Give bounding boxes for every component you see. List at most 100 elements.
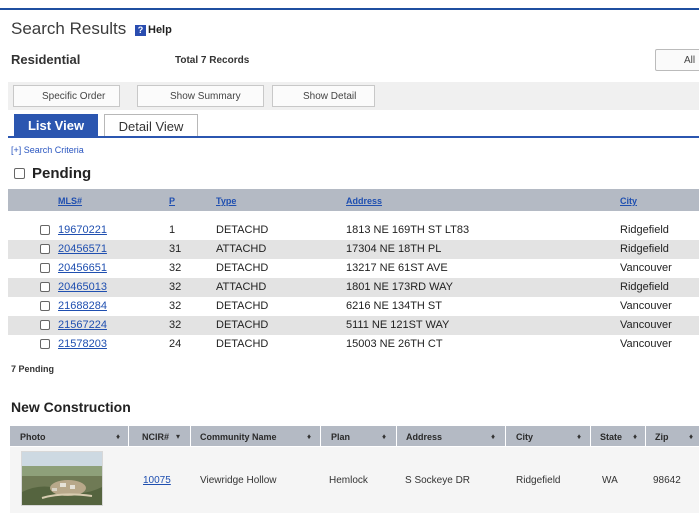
cell-p: 32 bbox=[169, 262, 182, 274]
search-criteria-link[interactable]: [+] Search Criteria bbox=[11, 145, 84, 155]
table-row[interactable]: 21567224 32 DETACHD 5111 NE 121ST WAY Va… bbox=[8, 316, 699, 335]
nc-col-plan[interactable]: Plan bbox=[331, 432, 350, 442]
cell-plan: Hemlock bbox=[329, 475, 368, 486]
pending-select-all-checkbox[interactable] bbox=[14, 168, 25, 179]
row-checkbox[interactable] bbox=[40, 320, 50, 330]
cell-p: 32 bbox=[169, 281, 182, 293]
new-construction-title: New Construction bbox=[11, 399, 131, 415]
nc-grid-header bbox=[10, 426, 699, 446]
tab-detail-view[interactable]: Detail View bbox=[104, 114, 198, 137]
col-header-city[interactable]: City bbox=[620, 196, 637, 206]
row-checkbox[interactable] bbox=[40, 282, 50, 292]
col-header-mls[interactable]: MLS# bbox=[58, 196, 82, 206]
cell-city: Vancouver bbox=[620, 338, 672, 350]
row-checkbox[interactable] bbox=[40, 301, 50, 311]
nc-col-state[interactable]: State bbox=[600, 432, 622, 442]
specific-order-button[interactable]: Specific Order bbox=[13, 85, 120, 107]
cell-city: Vancouver bbox=[620, 319, 672, 331]
cell-address: 1813 NE 169TH ST LT83 bbox=[346, 224, 470, 236]
nc-col-community[interactable]: Community Name bbox=[200, 432, 277, 442]
sort-icon[interactable]: ♦ bbox=[382, 432, 386, 441]
table-row[interactable]: 21578203 24 DETACHD 15003 NE 26TH CT Van… bbox=[8, 335, 699, 354]
row-checkbox[interactable] bbox=[40, 339, 50, 349]
total-records: Total 7 Records bbox=[175, 55, 250, 66]
cell-address: S Sockeye DR bbox=[405, 475, 471, 486]
show-detail-button[interactable]: Show Detail bbox=[272, 85, 375, 107]
cell-address: 15003 NE 26TH CT bbox=[346, 338, 443, 350]
row-checkbox[interactable] bbox=[40, 225, 50, 235]
cell-community: Viewridge Hollow bbox=[200, 475, 277, 486]
nc-col-zip[interactable]: Zip bbox=[655, 432, 669, 442]
mls-link[interactable]: 21688284 bbox=[58, 300, 107, 312]
cell-zip: 98642 bbox=[653, 475, 681, 486]
nc-col-address[interactable]: Address bbox=[406, 432, 442, 442]
cell-address: 1801 NE 173RD WAY bbox=[346, 281, 453, 293]
mls-link[interactable]: 20456571 bbox=[58, 243, 107, 255]
nc-col-ncir[interactable]: NCIR# bbox=[142, 432, 169, 442]
mls-link[interactable]: 19670221 bbox=[58, 224, 107, 236]
cell-type: DETACHD bbox=[216, 224, 269, 236]
column-divider bbox=[190, 426, 191, 446]
table-row[interactable]: 21688284 32 DETACHD 6216 NE 134TH ST Van… bbox=[8, 297, 699, 316]
sort-icon[interactable]: ♦ bbox=[689, 432, 693, 441]
top-rule bbox=[0, 8, 699, 10]
table-row[interactable]: 20456571 31 ATTACHD 17304 NE 18TH PL Rid… bbox=[8, 240, 699, 259]
table-row[interactable]: 20456651 32 DETACHD 13217 NE 61ST AVE Va… bbox=[8, 259, 699, 278]
help-icon: ? bbox=[135, 24, 146, 36]
cell-p: 31 bbox=[169, 243, 182, 255]
column-divider bbox=[320, 426, 321, 446]
mls-link[interactable]: 20456651 bbox=[58, 262, 107, 274]
sort-icon[interactable]: ♦ bbox=[116, 432, 120, 441]
sort-icon[interactable]: ♦ bbox=[307, 432, 311, 441]
section-label: Residential bbox=[11, 52, 81, 67]
nc-col-photo[interactable]: Photo bbox=[20, 432, 46, 442]
all-select[interactable]: All bbox=[655, 49, 699, 71]
cell-city: Ridgefield bbox=[620, 281, 669, 293]
cell-p: 24 bbox=[169, 338, 182, 350]
tab-underline bbox=[8, 136, 699, 138]
sort-icon[interactable]: ♦ bbox=[633, 432, 637, 441]
column-divider bbox=[396, 426, 397, 446]
pending-heading: Pending bbox=[14, 165, 91, 182]
page-title: Search Results bbox=[11, 19, 127, 38]
column-divider bbox=[590, 426, 591, 446]
cell-p: 32 bbox=[169, 300, 182, 312]
ncir-link[interactable]: 10075 bbox=[143, 475, 171, 486]
cell-city: Vancouver bbox=[620, 300, 672, 312]
row-checkbox[interactable] bbox=[40, 263, 50, 273]
cell-city: Ridgefield bbox=[516, 475, 561, 486]
cell-type: DETACHD bbox=[216, 319, 269, 331]
pending-count: 7 Pending bbox=[11, 364, 55, 374]
cell-address: 13217 NE 61ST AVE bbox=[346, 262, 448, 274]
column-divider bbox=[645, 426, 646, 446]
mls-link[interactable]: 21578203 bbox=[58, 338, 107, 350]
col-header-p[interactable]: P bbox=[169, 196, 175, 206]
cell-city: Ridgefield bbox=[620, 243, 669, 255]
help-label: Help bbox=[148, 24, 172, 36]
cell-p: 1 bbox=[169, 224, 176, 236]
sort-desc-icon[interactable]: ▾ bbox=[176, 432, 180, 441]
pending-title: Pending bbox=[32, 165, 92, 182]
cell-address: 6216 NE 134TH ST bbox=[346, 300, 442, 312]
cell-type: DETACHD bbox=[216, 300, 269, 312]
mls-link[interactable]: 20465013 bbox=[58, 281, 107, 293]
table-row[interactable]: 19670221 1 DETACHD 1813 NE 169TH ST LT83… bbox=[8, 221, 699, 240]
nc-col-city[interactable]: City bbox=[516, 432, 533, 442]
community-photo[interactable] bbox=[21, 451, 103, 506]
col-header-address[interactable]: Address bbox=[346, 196, 382, 206]
mls-link[interactable]: 21567224 bbox=[58, 319, 107, 331]
cell-p: 32 bbox=[169, 319, 182, 331]
sort-icon[interactable]: ♦ bbox=[491, 432, 495, 441]
show-summary-button[interactable]: Show Summary bbox=[137, 85, 264, 107]
row-checkbox[interactable] bbox=[40, 244, 50, 254]
sort-icon[interactable]: ♦ bbox=[577, 432, 581, 441]
column-divider bbox=[128, 426, 129, 446]
help-link[interactable]: ? Help bbox=[135, 24, 172, 36]
cell-type: ATTACHD bbox=[216, 281, 267, 293]
tab-list-view[interactable]: List View bbox=[14, 114, 98, 137]
cell-city: Vancouver bbox=[620, 262, 672, 274]
col-header-type[interactable]: Type bbox=[216, 196, 236, 206]
table-row[interactable]: 20465013 32 ATTACHD 1801 NE 173RD WAY Ri… bbox=[8, 278, 699, 297]
cell-type: DETACHD bbox=[216, 338, 269, 350]
cell-type: ATTACHD bbox=[216, 243, 267, 255]
